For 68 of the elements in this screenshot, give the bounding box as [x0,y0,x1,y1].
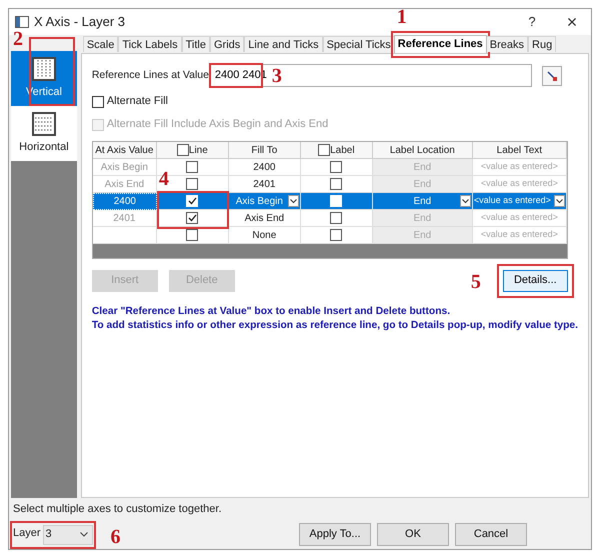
info-text: To add statistics info or other expression as reference line, go to Details pop-up, modify value type. [92,319,578,333]
details-button[interactable]: Details... [502,270,568,292]
column-header[interactable]: Label Text [472,142,567,159]
dialog-button[interactable]: Cancel [455,523,527,546]
info-text: Clear "Reference Lines at Value" box to enable Insert and Delete buttons. [92,305,452,319]
checkbox-label: Alternate Fill Include Axis Begin and Axis End [106,117,328,132]
annotation-number: 2 [13,29,23,49]
checkbox[interactable] [186,178,198,190]
tab[interactable]: Tick Labels [118,36,182,52]
help-button[interactable]: ? [517,12,547,32]
close-button[interactable]: × [557,8,587,36]
horizontal-lines-icon [32,112,56,136]
column-header[interactable]: Label Location [372,142,473,159]
dropdown-button[interactable] [554,195,565,207]
column-header[interactable]: Line [156,142,229,159]
checkbox[interactable] [330,178,342,190]
table-row[interactable]: None End <value as entered> [92,227,567,244]
table-cell: End [372,176,473,193]
tab[interactable]: Rug [528,36,556,52]
table-cell: End [372,159,473,176]
checkbox[interactable] [186,212,198,224]
vertical-lines-icon [32,56,56,81]
dropdown-button[interactable] [460,195,471,207]
table-row[interactable]: 2401 Axis End End <value as entered> [92,210,567,227]
layer-label: Layer [13,526,41,540]
tab[interactable]: Scale [82,36,118,52]
checkbox-label: Alternate Fill [106,94,168,110]
annotation-number: 1 [396,7,407,27]
annotation-number: 6 [110,526,121,546]
checkbox[interactable] [330,212,342,224]
layer-dropdown[interactable]: 3 [42,524,93,544]
chevron-icon [80,532,88,536]
checkbox[interactable] [176,144,189,156]
checkbox[interactable] [330,229,342,241]
checkbox[interactable] [318,144,330,156]
checkbox[interactable] [92,96,104,108]
table-cell: <value as entered> [472,227,567,244]
table-row[interactable]: 2400 Axis Begin End <value as entered> [92,193,567,210]
chevron-icon [556,198,563,204]
tab[interactable]: Line and Ticks [244,36,323,52]
annotation-number: 5 [470,272,481,292]
dropdown-button[interactable] [288,195,299,207]
tab[interactable]: Breaks [486,36,528,52]
chevron-icon [290,198,297,204]
sidebar-item[interactable]: Horizontal [11,106,77,161]
table-cell: None [228,227,301,244]
table-cell: End [372,227,473,244]
tab[interactable]: Title [182,36,210,52]
annotation-number: 3 [272,66,282,86]
field-label: Reference Lines at Value [92,68,210,83]
column-header[interactable]: At Axis Value [92,142,157,159]
column-header[interactable]: Fill To [228,142,301,159]
window-icon [15,16,29,28]
dialog-button[interactable]: Apply To... [299,523,371,546]
checkbox[interactable] [186,161,198,173]
tab[interactable]: Special Ticks [322,36,395,52]
column-header[interactable]: Label [300,142,373,159]
chevron-icon [462,198,469,204]
tab[interactable]: Grids [210,36,244,52]
dialog-button[interactable]: OK [377,523,449,546]
checkbox[interactable] [330,161,342,173]
table-cell: End [372,210,473,227]
tab[interactable]: Reference Lines [394,35,487,53]
hint-text: Select multiple axes to customize together. [13,502,222,517]
select-range-button[interactable] [542,66,562,86]
checkbox[interactable] [186,229,198,241]
window-title: X Axis - Layer 3 [34,13,126,32]
arrow-icon [546,70,558,82]
